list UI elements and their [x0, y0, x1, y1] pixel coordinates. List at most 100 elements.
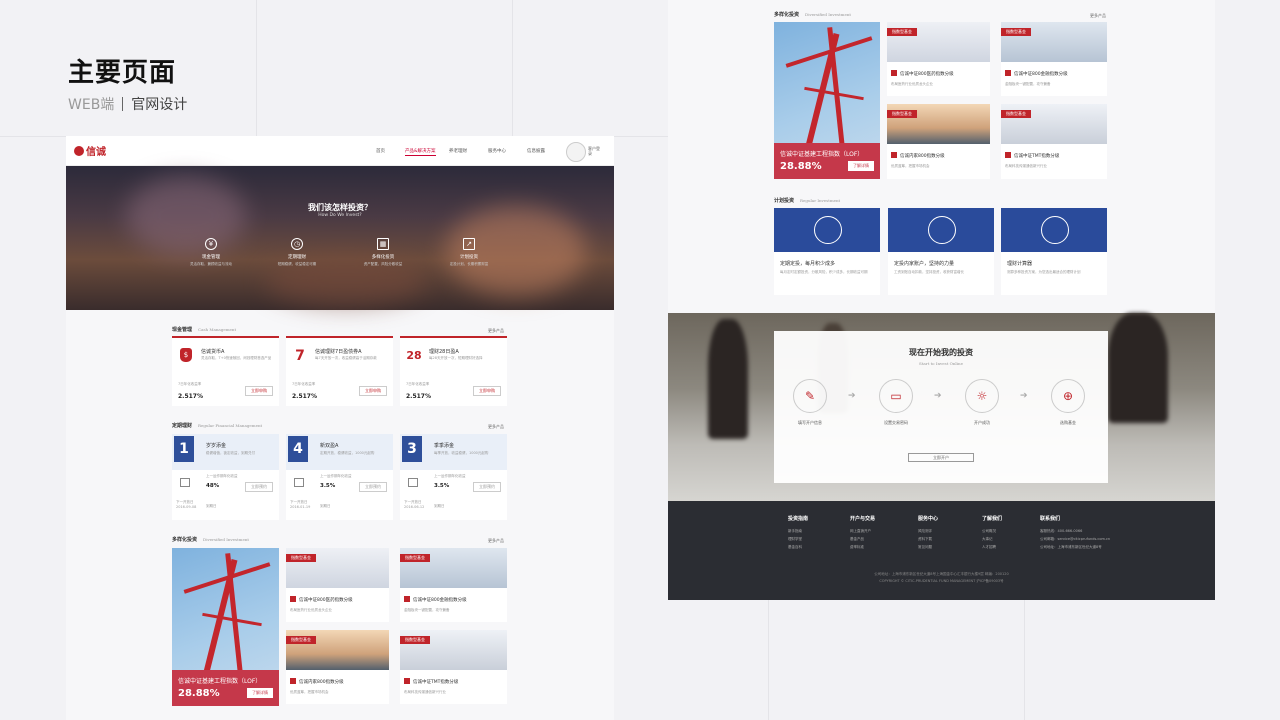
nav-item-home[interactable]: 首页 [376, 148, 385, 154]
footer-col-guide: 投资指南 新手指南 理财学堂 基金百科 [788, 516, 809, 549]
card-name: 理财28日盈A [429, 349, 459, 355]
card-label: 上一运作期年化收益 [206, 474, 238, 478]
period-number: 3 [402, 436, 422, 462]
logo-icon [74, 146, 84, 156]
site-footer: 投资指南 新手指南 理财学堂 基金百科 开户与交易 网上直销开户 基金产品 费率标准 服务中… [668, 501, 1215, 600]
fund-card-4b[interactable]: 指数型基金 信诚中证TMT指数分级 布局科技传媒通信新兴行业 [1001, 104, 1107, 179]
footer-col-contact: 联系我们 客服热线：400-666-0066 公司邮箱：service@citicp… [1040, 516, 1110, 549]
fund-tag: 指数型基金 [286, 636, 316, 644]
nav-item-disclosure[interactable]: 信息披露 [527, 148, 545, 154]
featured-detail-button[interactable]: 了解详情 [247, 688, 273, 698]
card-desc: 每28天开放一次，短期理财好选择 [429, 356, 483, 360]
card-name: 信诚理财7日盈债券A [315, 349, 362, 355]
fund-name: 信诚中证800医药指数分级 [290, 596, 353, 603]
nav-item-service[interactable]: 服务中心 [488, 148, 506, 154]
periodic-more-link[interactable]: 更多产品 [488, 424, 504, 430]
footer-col-service: 服务中心 风险测评 资料下载 常见问题 [918, 516, 939, 549]
open-account-button[interactable]: 立即开户 [908, 453, 974, 462]
cash-more-link[interactable]: 更多产品 [488, 328, 504, 334]
hero-item-plan[interactable]: ↗ 计划投资 定投计划，长期积累财富 [434, 238, 504, 267]
periodic-card-1[interactable]: 1 岁岁添金 稳健增值，锁定收益，到期兑付 上一运作期年化收益 48% 立即预约… [172, 434, 279, 520]
diverse-more-link[interactable]: 更多产品 [488, 538, 504, 544]
hero-title: 我们该怎样投资？ [308, 203, 372, 212]
fund-tag: 指数型基金 [1001, 110, 1031, 118]
featured-fund-card[interactable]: 信诚中证基建工程指数（LOF） 28.88% 了解详情 [172, 548, 279, 706]
homepage-mockup: 信诚 首页 产品&解决方案 养老理财 服务中心 信息披露 客户登录 我们该怎样投… [66, 136, 614, 720]
avatar[interactable] [566, 142, 586, 162]
fund-icon [1005, 70, 1011, 76]
card-desc: 定期开放，稳健收益，1000元起购 [320, 451, 375, 455]
fund-card-1[interactable]: 指数型基金 信诚中证800医药指数分级 布局医药行业优质龙头企业 [286, 548, 389, 622]
form-icon: ✎ [793, 379, 827, 413]
chart-icon: ↗ [463, 238, 475, 250]
fund-icon [290, 596, 296, 602]
card-desc: 稳健增值，锁定收益，到期兑付 [206, 451, 255, 455]
page-subtitle: WEB端 官网设计 [68, 94, 187, 114]
start-investing-banner: 现在开始我的投资 Start to Invest Online ✎ 填写开户信息 … [668, 313, 1215, 501]
fund-card-1b[interactable]: 指数型基金 信诚中证800医药指数分级 布局医药行业优质龙头企业 [887, 22, 990, 96]
featured-detail-button[interactable]: 了解详情 [848, 161, 874, 171]
card-rate: 3.5% [434, 483, 450, 489]
card-rate: 48% [206, 483, 220, 489]
footer-col-trade: 开户与交易 网上直销开户 基金产品 费率标准 [850, 516, 876, 549]
cash-card-2[interactable]: 7 信诚理财7日盈债券A 每7天开放一次，收益稳健高于活期存款 7日年化收益率 … [286, 336, 393, 406]
card-rate: 2.517% [292, 393, 317, 400]
periodic-card-2[interactable]: 4 新双盈A 定期开放，稳健收益，1000元起购 上一运作期年化收益 3.5% … [286, 434, 393, 520]
arrow-icon: ➔ [848, 391, 856, 401]
fund-card-3b[interactable]: 指数型基金 信诚内家800指数分级 优质蓝筹，把握市场机会 [887, 104, 990, 179]
cash-card-3[interactable]: 28 理财28日盈A 每28天开放一次，短期理财好选择 7日年化收益率 2.51… [400, 336, 507, 406]
fund-name: 信诚中证800金融指数分级 [404, 596, 467, 603]
nav-item-pension[interactable]: 养老理财 [449, 148, 467, 154]
fund-card-2b[interactable]: 指数型基金 信诚中证800金融指数分级 金融板块一键配置，攻守兼备 [1001, 22, 1107, 96]
reserve-button[interactable]: 立即预约 [245, 482, 273, 492]
card-icon: ▭ [879, 379, 913, 413]
buy-button[interactable]: 立即申购 [245, 386, 273, 396]
fund-name: 信诚中证TMT指数分级 [404, 678, 458, 685]
featured-fund-rate: 28.88% [178, 688, 220, 699]
plan-card-3[interactable]: 理财计算器 测算多种投资方案，为您选出最适合的理财计划 [1001, 208, 1107, 295]
fund-desc: 布局医药行业优质龙头企业 [290, 608, 332, 612]
cash-card-1[interactable]: $ 信诚货币A 灵活存取，T+0快速赎回，闲钱理财首选产品 7日年化收益率 2.… [172, 336, 279, 406]
logo[interactable]: 信诚 [74, 143, 106, 158]
diverse-section-title: 多样化投资 Diversified Investment [172, 537, 250, 543]
fund-desc: 布局医药行业优质龙头企业 [891, 82, 933, 86]
fund-tag: 指数型基金 [887, 110, 917, 118]
start-subtitle: Start to Invest Online [919, 361, 963, 366]
due-date: 到期日 [206, 504, 217, 508]
fund-tag: 指数型基金 [400, 554, 430, 562]
fund-icon [404, 596, 410, 602]
hero-item-cash[interactable]: ¥ 现金管理 灵活存取，兼顾收益与流动 [176, 238, 246, 267]
buy-button[interactable]: 立即申购 [473, 386, 501, 396]
grid-icon: ▦ [377, 238, 389, 250]
nav-item-products[interactable]: 产品&解决方案 [405, 148, 436, 156]
featured-fund-name: 信诚中证基建工程指数（LOF） [780, 151, 864, 158]
periodic-card-3[interactable]: 3 季季添金 每季开放，收益稳健，1000元起购 上一运作期年化收益 3.5% … [400, 434, 507, 520]
clock-icon: ◷ [291, 238, 303, 250]
hero-item-regular[interactable]: ◷ 定期理财 短期稳健，收益稳定可期 [262, 238, 332, 267]
fund-tag: 指数型基金 [400, 636, 430, 644]
featured-fund-card-2[interactable]: 信诚中证基建工程指数（LOF） 28.88% 了解详情 [774, 22, 880, 179]
reserve-button[interactable]: 立即预约 [473, 482, 501, 492]
plan-card-2[interactable]: 定投内家账户，坚持的力量 工资到账自动扣款，坚持投资，收获财富增长 [888, 208, 994, 295]
fund-desc: 金融板块一键配置，攻守兼备 [404, 608, 450, 612]
card-rate: 2.517% [178, 393, 203, 400]
plan-card-1[interactable]: 定期定投，每月积少成多 每月定时定额投资，分散风险，积少成多，长期收益可期 [774, 208, 880, 295]
diverse-more-link-2[interactable]: 更多产品 [1090, 13, 1106, 19]
copyright: 公司地址：上海市浦东新区世纪大道8号上海国金中心汇丰银行大楼9层 邮编：2001… [874, 572, 1009, 583]
fund-icon [891, 152, 897, 158]
fund-card-3[interactable]: 指数型基金 信诚内家800指数分级 优质蓝筹，把握市场机会 [286, 630, 389, 704]
reserve-button[interactable]: 立即预约 [359, 482, 387, 492]
hero-item-diverse[interactable]: ▦ 多样化投资 资产配置，风险分散收益 [348, 238, 418, 267]
plans-section-title: 计划投资 Regular Investment [774, 198, 841, 204]
open-date: 下一开放日 2016-06-12 [404, 500, 425, 509]
buy-button[interactable]: 立即申购 [359, 386, 387, 396]
login-link[interactable]: 客户登录 [588, 146, 602, 156]
fund-card-4[interactable]: 指数型基金 信诚中证TMT指数分级 布局科技传媒通信新兴行业 [400, 630, 507, 704]
start-title: 现在开始我的投资 [909, 348, 973, 357]
card-desc: 每季开放，收益稳健，1000元起购 [434, 451, 489, 455]
twentyeight-day-icon: 28 [406, 349, 422, 362]
fund-card-2[interactable]: 指数型基金 信诚中证800金融指数分级 金融板块一键配置，攻守兼备 [400, 548, 507, 622]
money-bag-icon: $ [180, 348, 192, 362]
step-3: ☼ 开户成功 [962, 379, 1002, 426]
fund-name: 信诚内家800指数分级 [290, 678, 344, 685]
